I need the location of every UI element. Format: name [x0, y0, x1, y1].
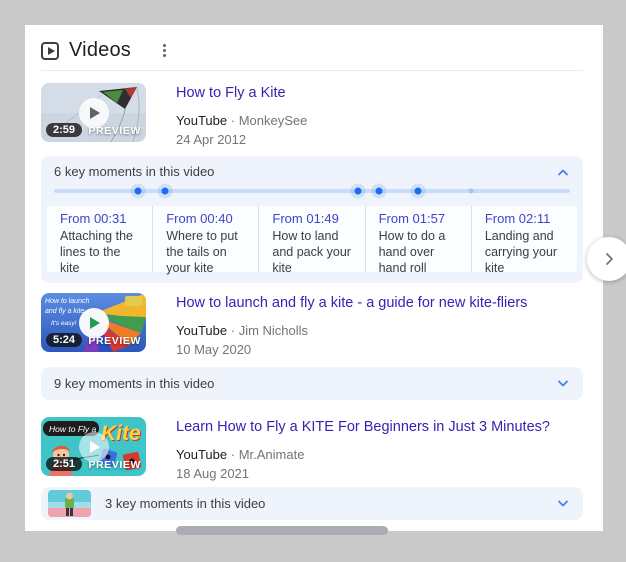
video-title-link[interactable]: How to launch and fly a kite - a guide f…: [176, 295, 527, 311]
videos-card: Videos 2:59 PREVIEW How to Fly a Kite Yo…: [25, 25, 603, 531]
chip-timestamp: From 00:31: [60, 211, 142, 226]
timeline-dot[interactable]: [376, 188, 383, 195]
chip-description: Where to put the tails on your kite: [166, 229, 248, 276]
preview-badge: PREVIEW: [88, 125, 141, 137]
chip-timestamp: From 02:11: [485, 211, 567, 226]
key-moment-mini-thumbnail: [48, 490, 91, 517]
chevron-right-icon: [601, 251, 617, 267]
svg-text:It's easy!: It's easy!: [51, 320, 77, 327]
video-date: 18 Aug 2021: [176, 466, 550, 481]
section-title: Videos: [69, 39, 131, 62]
video-result-3: How to Fly a Kite Kite 2:51 PREVIEW Lear…: [41, 417, 583, 481]
meta-separator: ·: [231, 323, 235, 338]
duration-badge: 5:24: [46, 333, 82, 347]
meta-separator: ·: [231, 113, 235, 128]
next-moments-button[interactable]: [587, 237, 626, 281]
video-result-1: 2:59 PREVIEW How to Fly a Kite YouTube ·…: [41, 83, 583, 147]
timeline-dot[interactable]: [162, 188, 169, 195]
key-moments-panel-1[interactable]: 6 key moments in this video From 00:31 A…: [41, 156, 583, 283]
key-moment-chip[interactable]: From 01:49 How to land and pack your kit…: [258, 206, 364, 272]
video-source: YouTube: [176, 447, 227, 462]
duration-badge: 2:51: [46, 457, 82, 471]
chip-description: How to land and pack your kite: [272, 229, 354, 276]
chevron-down-icon[interactable]: [557, 500, 569, 508]
video-thumbnail-2[interactable]: How to launch and fly a kite It's easy! …: [41, 293, 146, 352]
key-moments-label: 9 key moments in this video: [54, 376, 214, 391]
chevron-down-icon[interactable]: [557, 380, 569, 388]
video-thumbnail-1[interactable]: 2:59 PREVIEW: [41, 83, 146, 142]
header-divider: [41, 70, 583, 71]
duration-badge: 2:59: [46, 123, 82, 137]
key-moment-chip[interactable]: From 00:40 Where to put the tails on you…: [152, 206, 258, 272]
svg-text:How to launch: How to launch: [45, 298, 89, 305]
video-channel: Mr.Animate: [239, 447, 305, 462]
play-icon: [79, 308, 109, 338]
svg-text:and fly a kite: and fly a kite: [45, 308, 84, 315]
video-meta: YouTube · Mr.Animate: [176, 447, 550, 462]
video-channel: Jim Nicholls: [239, 323, 308, 338]
chip-description: Attaching the lines to the kite: [60, 229, 142, 276]
chip-description: Landing and carrying your kite: [485, 229, 567, 276]
video-title-link[interactable]: How to Fly a Kite: [176, 85, 286, 101]
timeline-dot[interactable]: [469, 189, 474, 194]
video-play-icon: [41, 42, 59, 60]
video-source: YouTube: [176, 323, 227, 338]
more-options-icon[interactable]: [159, 40, 170, 61]
timeline-dot[interactable]: [135, 188, 142, 195]
video-date: 10 May 2020: [176, 342, 527, 357]
chevron-up-icon[interactable]: [557, 168, 569, 176]
key-moments-panel-3[interactable]: 3 key moments in this video: [41, 487, 583, 520]
video-source: YouTube: [176, 113, 227, 128]
key-moments-timeline: [54, 189, 570, 193]
play-icon: [79, 98, 109, 128]
videos-header: Videos: [41, 39, 170, 62]
preview-badge: PREVIEW: [88, 459, 141, 471]
meta-separator: ·: [231, 447, 235, 462]
video-meta: YouTube · MonkeySee: [176, 113, 307, 128]
chip-timestamp: From 00:40: [166, 211, 248, 226]
key-moments-label: 6 key moments in this video: [54, 164, 214, 179]
key-moment-chip[interactable]: From 01:57 How to do a hand over hand ro…: [365, 206, 471, 272]
chip-description: How to do a hand over hand roll: [379, 229, 461, 276]
horizontal-scrollbar-thumb[interactable]: [176, 526, 388, 535]
chip-timestamp: From 01:57: [379, 211, 461, 226]
chip-timestamp: From 01:49: [272, 211, 354, 226]
preview-badge: PREVIEW: [88, 335, 141, 347]
timeline-dot[interactable]: [415, 188, 422, 195]
key-moments-chips: From 00:31 Attaching the lines to the ki…: [47, 206, 577, 272]
key-moment-chip[interactable]: From 02:11 Landing and carrying your kit…: [471, 206, 577, 272]
video-thumbnail-3[interactable]: How to Fly a Kite Kite 2:51 PREVIEW: [41, 417, 146, 476]
timeline-dot[interactable]: [354, 188, 361, 195]
video-title-link[interactable]: Learn How to Fly a KITE For Beginners in…: [176, 419, 550, 435]
video-meta: YouTube · Jim Nicholls: [176, 323, 527, 338]
key-moment-chip[interactable]: From 00:31 Attaching the lines to the ki…: [47, 206, 152, 272]
video-channel: MonkeySee: [239, 113, 308, 128]
video-date: 24 Apr 2012: [176, 132, 307, 147]
play-icon: [79, 432, 109, 462]
key-moments-panel-2[interactable]: 9 key moments in this video: [41, 367, 583, 400]
key-moments-label: 3 key moments in this video: [105, 496, 265, 511]
video-result-2: How to launch and fly a kite It's easy! …: [41, 293, 583, 357]
